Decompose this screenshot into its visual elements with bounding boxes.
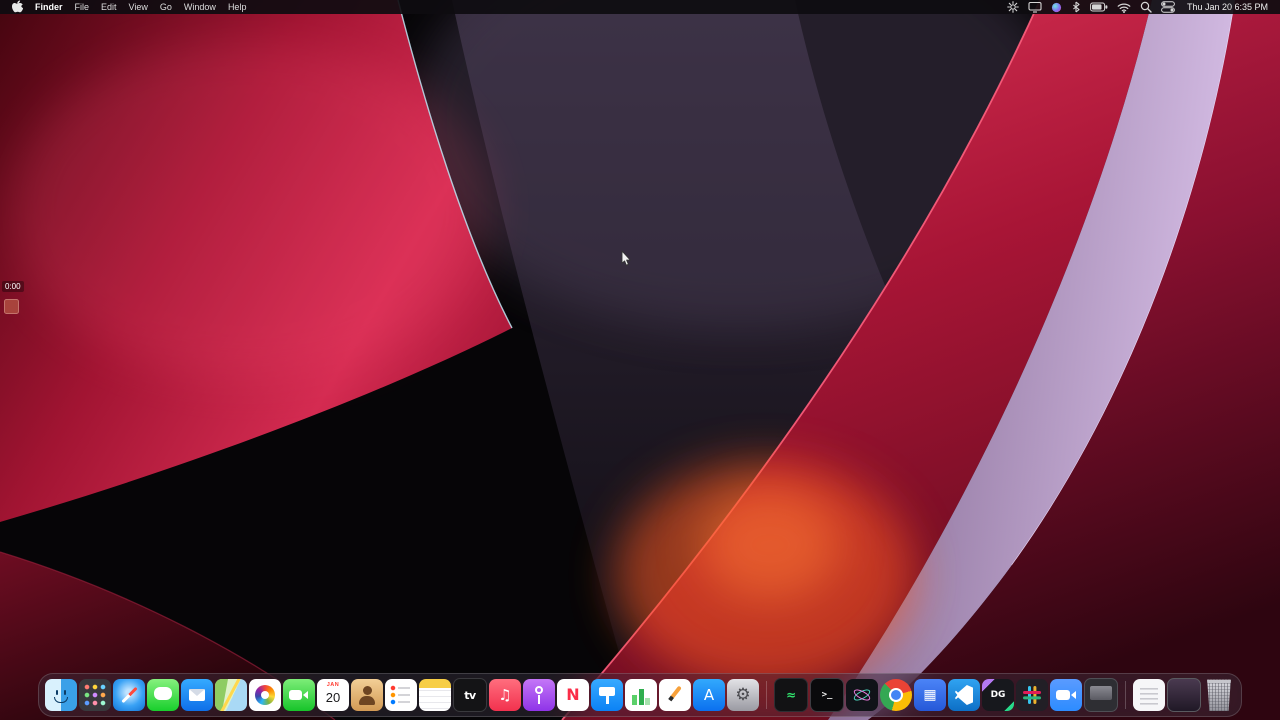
recording-timer: 0:00 xyxy=(2,281,24,292)
recording-stop-button[interactable] xyxy=(4,299,19,314)
dock-vscode[interactable] xyxy=(948,679,980,711)
dock-numbers[interactable] xyxy=(625,679,657,711)
app-store-icon: A xyxy=(703,685,715,704)
menu-app-finder[interactable]: Finder xyxy=(35,2,63,12)
menubar: Finder File Edit View Go Window Help Thu… xyxy=(0,0,1280,14)
menubar-left: Finder File Edit View Go Window Help xyxy=(12,0,246,14)
dock-apple-tv[interactable]: tv xyxy=(453,678,487,712)
dock-min-window[interactable] xyxy=(1167,678,1201,712)
siri-icon[interactable] xyxy=(1051,2,1062,13)
dock-maps[interactable] xyxy=(215,679,247,711)
dock-safari[interactable] xyxy=(113,679,145,711)
control-center-icon[interactable] xyxy=(1161,1,1175,13)
dock-notes[interactable] xyxy=(419,679,451,711)
grid-icon: ▦ xyxy=(923,687,937,703)
news-icon: N xyxy=(566,685,580,704)
music-note-icon: ♫ xyxy=(498,685,512,704)
datagrip-letters-icon: DG xyxy=(990,689,1006,700)
calendar-month: JAN xyxy=(326,682,340,688)
dock-atom[interactable] xyxy=(846,679,878,711)
menubar-clock[interactable]: Thu Jan 20 6:35 PM xyxy=(1187,2,1268,12)
terminal-prompt-icon: >_ xyxy=(821,689,833,700)
display-icon[interactable] xyxy=(1028,1,1042,13)
dock-calendar[interactable]: JAN 20 xyxy=(317,679,349,711)
dock-launchpad[interactable] xyxy=(79,679,111,711)
dock-document[interactable] xyxy=(1133,679,1165,711)
dock-screen-app[interactable] xyxy=(1084,678,1118,712)
dock-datagrip[interactable]: DG xyxy=(982,679,1014,711)
dock-finder[interactable] xyxy=(45,679,77,711)
pulse-icon: ≈ xyxy=(785,688,797,702)
gear-glyph-icon: ⚙ xyxy=(735,684,751,705)
menu-file[interactable]: File xyxy=(75,2,90,12)
dock-mail[interactable] xyxy=(181,679,213,711)
menu-view[interactable]: View xyxy=(129,2,148,12)
calendar-day: 20 xyxy=(325,689,341,705)
dock-slack[interactable] xyxy=(1016,679,1048,711)
dock-podcasts[interactable] xyxy=(523,679,555,711)
bluetooth-icon[interactable] xyxy=(1071,1,1081,13)
dock-zoom[interactable] xyxy=(1050,679,1082,711)
dock: JAN 20 tv ♫ N A ⚙ ≈ >_ ▦ DG xyxy=(38,673,1242,717)
dock-pages[interactable] xyxy=(659,679,691,711)
recording-widget: 0:00 xyxy=(2,281,24,314)
menu-edit[interactable]: Edit xyxy=(101,2,117,12)
battery-icon[interactable] xyxy=(1090,2,1108,12)
gear-icon[interactable] xyxy=(1007,1,1019,13)
dock-facetime[interactable] xyxy=(283,679,315,711)
menu-go[interactable]: Go xyxy=(160,2,172,12)
dock-separator xyxy=(1125,681,1126,709)
dock-music[interactable]: ♫ xyxy=(489,679,521,711)
dock-reminders[interactable] xyxy=(385,679,417,711)
dock-news[interactable]: N xyxy=(557,679,589,711)
dock-contacts[interactable] xyxy=(351,679,383,711)
apple-tv-icon: tv xyxy=(464,688,476,702)
dock-messages[interactable] xyxy=(147,679,179,711)
dock-app-store[interactable]: A xyxy=(693,679,725,711)
menubar-status-area: Thu Jan 20 6:35 PM xyxy=(1007,1,1268,13)
wifi-icon[interactable] xyxy=(1117,2,1131,13)
dock-keynote[interactable] xyxy=(591,679,623,711)
dock-photos[interactable] xyxy=(249,679,281,711)
dock-monitor[interactable]: ≈ xyxy=(774,678,808,712)
dock-trash[interactable] xyxy=(1207,679,1231,711)
menu-window[interactable]: Window xyxy=(184,2,216,12)
desktop-wallpaper[interactable] xyxy=(0,0,1280,720)
dock-separator xyxy=(766,681,767,709)
dock-chrome[interactable] xyxy=(880,679,912,711)
apple-menu-icon[interactable] xyxy=(12,0,23,14)
spotlight-icon[interactable] xyxy=(1140,1,1152,13)
menu-help[interactable]: Help xyxy=(228,2,247,12)
dock-settings[interactable]: ⚙ xyxy=(727,679,759,711)
dock-terminal[interactable]: >_ xyxy=(810,678,844,712)
dock-grid-app[interactable]: ▦ xyxy=(914,679,946,711)
